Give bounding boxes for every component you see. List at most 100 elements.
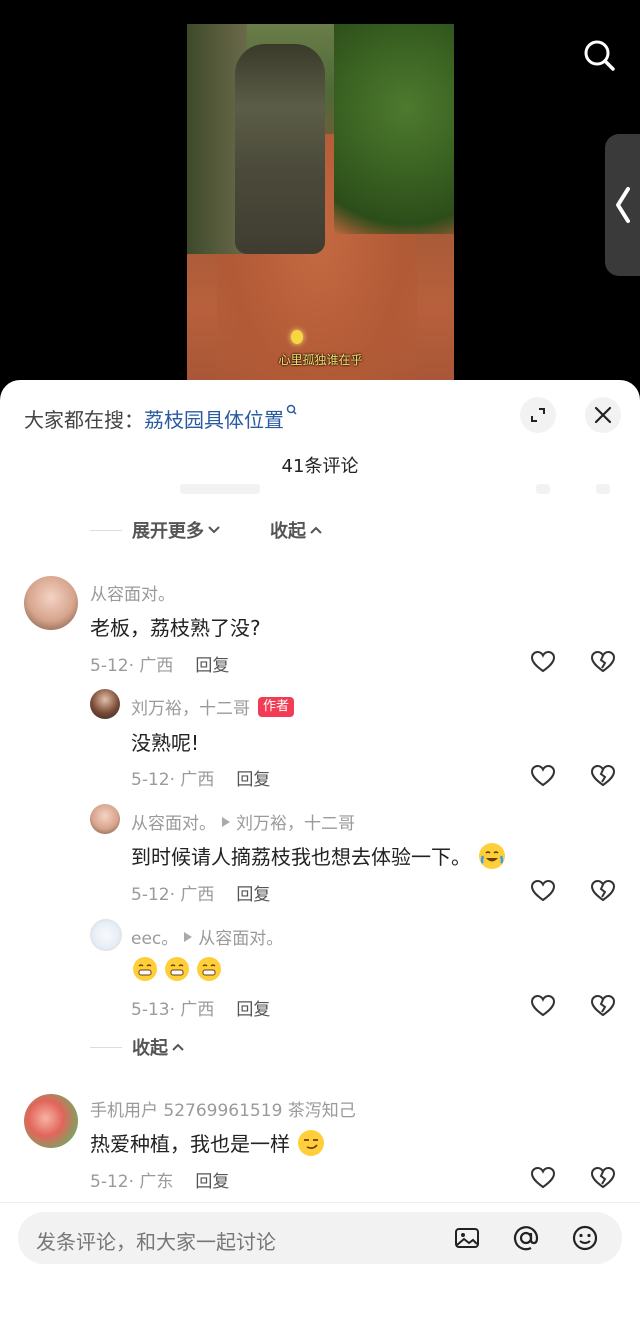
broken-heart-icon[interactable] xyxy=(590,879,616,903)
divider xyxy=(0,1202,640,1203)
collapse-button[interactable]: 收起 xyxy=(270,517,322,543)
comment-text[interactable] xyxy=(133,957,229,981)
reply-button[interactable]: 回复 xyxy=(236,885,270,905)
collapse-label: 收起 xyxy=(270,521,306,542)
comment-count: 41条评论 xyxy=(281,456,359,477)
video-player[interactable]: 心里孤独谁在乎 xyxy=(0,0,640,400)
comment-input-placeholder: 发条评论，和大家一起讨论 xyxy=(36,1230,276,1254)
thread-controls: 展开更多 收起 xyxy=(90,517,322,543)
caption-sparkle xyxy=(291,330,303,344)
reply-arrow-icon xyxy=(222,816,230,827)
heart-icon[interactable] xyxy=(530,1166,556,1190)
reply-button[interactable]: 回复 xyxy=(236,770,270,790)
reply-button[interactable]: 回复 xyxy=(236,1000,270,1020)
author-name: 从容面对。 xyxy=(131,814,216,834)
comment-meta: 5-12· 广西 回复 xyxy=(131,880,270,905)
clipped-icon xyxy=(536,484,550,494)
avatar[interactable] xyxy=(90,919,122,951)
date-location: 5-12· 广西 xyxy=(131,770,215,790)
smirk-icon xyxy=(304,1138,318,1149)
grin-icon xyxy=(202,964,216,976)
chevron-up-icon xyxy=(172,1043,184,1051)
grinning-emoji xyxy=(165,957,189,981)
author-name: 刘万裕，十二哥 xyxy=(131,699,250,719)
reply-arrow-icon xyxy=(184,931,193,942)
broken-heart-icon[interactable] xyxy=(590,1166,616,1190)
crying-laughing-icon xyxy=(480,850,504,864)
author-name: eec。 xyxy=(131,929,179,949)
close-button[interactable] xyxy=(585,397,621,433)
grin-icon xyxy=(138,964,152,976)
clipped-text xyxy=(180,484,260,494)
comment-text-body: 到时候请人摘荔枝我也想去体验一下。 xyxy=(131,845,471,869)
heart-icon[interactable] xyxy=(530,994,556,1018)
heart-icon[interactable] xyxy=(530,764,556,788)
smiley-icon[interactable] xyxy=(571,1224,599,1252)
trending-search[interactable]: 大家都在搜：荔枝园具体位置 xyxy=(24,404,298,433)
expand-more-button[interactable]: 展开更多 xyxy=(132,517,220,543)
grin-icon xyxy=(170,964,184,976)
broken-heart-icon[interactable] xyxy=(590,650,616,674)
reply-button[interactable]: 回复 xyxy=(195,656,229,676)
comment-text[interactable]: 没熟呢! xyxy=(131,727,199,756)
search-button[interactable] xyxy=(580,36,620,76)
search-icon-small xyxy=(286,404,297,415)
comment-author[interactable]: 刘万裕，十二哥 作者 xyxy=(131,694,295,719)
smirk-emoji xyxy=(298,1129,324,1156)
date-location: 5-12· 广西 xyxy=(131,885,215,905)
comment-text-body: 热爱种植，我也是一样 xyxy=(90,1132,290,1156)
chevron-up-icon xyxy=(310,526,322,534)
broken-heart-icon[interactable] xyxy=(590,764,616,788)
video-caption: 心里孤独谁在乎 xyxy=(278,353,363,367)
comment-input[interactable]: 发条评论，和大家一起讨论 xyxy=(18,1212,622,1264)
image-icon[interactable] xyxy=(453,1224,481,1252)
crying-laughing-emoji xyxy=(479,842,505,869)
divider xyxy=(90,529,122,531)
trend-keyword[interactable]: 荔枝园具体位置 xyxy=(144,408,284,432)
foliage xyxy=(334,24,454,234)
comment-author[interactable]: 从容面对。 xyxy=(90,580,175,605)
divider xyxy=(90,1046,122,1048)
date-location: 5-12· 广东 xyxy=(90,1172,174,1192)
avatar[interactable] xyxy=(90,689,120,719)
comment-text[interactable]: 老板，荔枝熟了没? xyxy=(90,612,261,641)
comment-meta: 5-12· 广东 回复 xyxy=(90,1167,229,1192)
comment-author[interactable]: 手机用户 52769961519 茶泻知己 xyxy=(90,1096,356,1121)
reply-button[interactable]: 回复 xyxy=(195,1172,229,1192)
comment-author[interactable]: 从容面对。 刘万裕，十二哥 xyxy=(131,809,355,834)
avatar[interactable] xyxy=(24,1094,78,1148)
collapse-label: 收起 xyxy=(132,1038,168,1059)
search-icon xyxy=(584,40,615,71)
comment-text[interactable]: 到时候请人摘荔枝我也想去体验一下。 xyxy=(131,841,505,870)
date-location: 5-13· 广西 xyxy=(131,1000,215,1020)
clipped-icon xyxy=(596,484,610,494)
grinning-emoji xyxy=(197,957,221,981)
comment-meta: 5-13· 广西 回复 xyxy=(131,995,270,1020)
person-figure xyxy=(235,44,325,254)
expand-button[interactable] xyxy=(520,397,556,433)
expand-more-label: 展开更多 xyxy=(132,521,204,542)
heart-icon[interactable] xyxy=(530,650,556,674)
avatar[interactable] xyxy=(90,804,120,834)
reply-to-name: 刘万裕，十二哥 xyxy=(236,814,355,834)
thread-controls: 收起 xyxy=(90,1034,184,1060)
side-panel-handle[interactable] xyxy=(605,134,640,276)
avatar[interactable] xyxy=(24,576,78,630)
expand-icon xyxy=(531,408,545,422)
at-icon[interactable] xyxy=(512,1224,540,1252)
author-badge: 作者 xyxy=(258,696,295,717)
comments-sheet: 大家都在搜：荔枝园具体位置 41条评论 展开更多 收起 从容面对。 老板，荔枝熟… xyxy=(0,380,640,1324)
video-frame[interactable]: 心里孤独谁在乎 xyxy=(187,24,454,400)
comment-text[interactable]: 热爱种植，我也是一样 xyxy=(90,1128,324,1157)
chevron-left-icon xyxy=(616,187,630,223)
heart-icon[interactable] xyxy=(530,879,556,903)
date-location: 5-12· 广西 xyxy=(90,656,174,676)
comment-author[interactable]: eec。 从容面对。 xyxy=(131,924,283,949)
comment-meta: 5-12· 广西 回复 xyxy=(131,765,270,790)
grinning-emoji xyxy=(133,957,157,981)
comment-meta: 5-12· 广西 回复 xyxy=(90,651,229,676)
close-icon xyxy=(594,406,612,424)
broken-heart-icon[interactable] xyxy=(590,994,616,1018)
collapse-button[interactable]: 收起 xyxy=(132,1034,184,1060)
reply-to-name: 从容面对。 xyxy=(198,929,284,949)
